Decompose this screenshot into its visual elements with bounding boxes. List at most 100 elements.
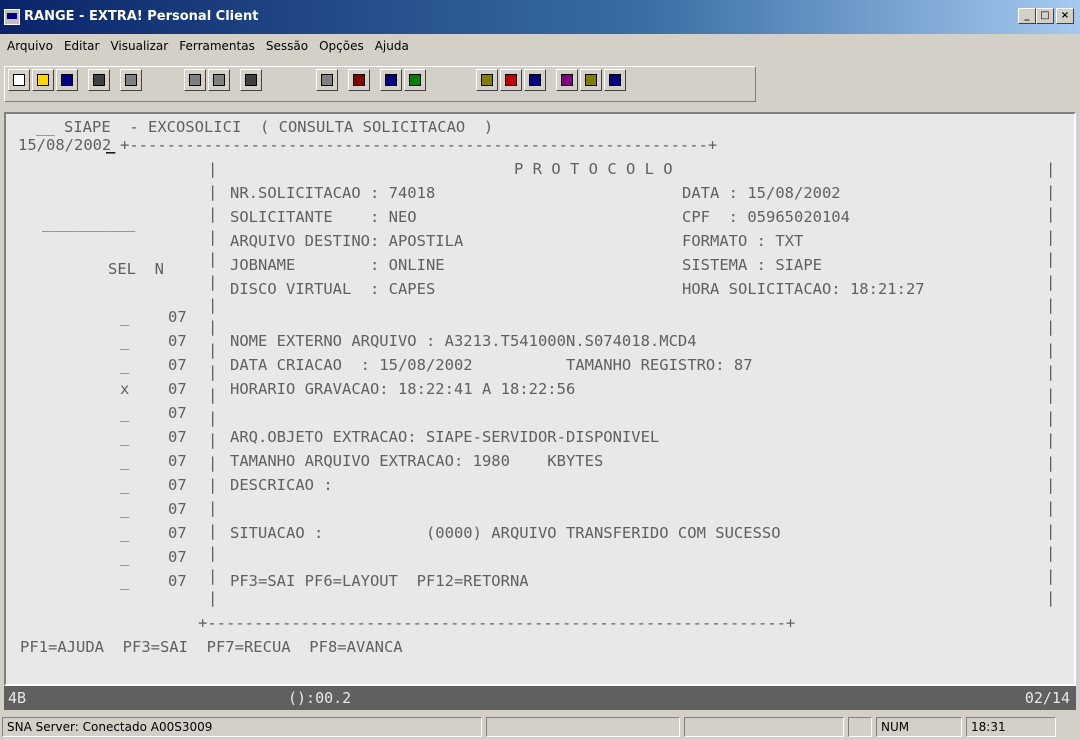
row-text: NOME EXTERNO ARQUIVO : A3213.T541000N.S0… xyxy=(230,332,697,350)
menu-opcoes[interactable]: Opções xyxy=(316,39,372,53)
row-number: 07 xyxy=(168,500,187,518)
box-bottom-border: +---------------------------------------… xyxy=(198,614,796,632)
box-border-r: | xyxy=(1046,386,1056,404)
oia-middle: ():00.2 xyxy=(288,689,352,707)
open-button[interactable] xyxy=(32,69,54,91)
help-button[interactable] xyxy=(604,69,626,91)
save-button[interactable] xyxy=(56,69,78,91)
box-border-r: | xyxy=(1046,318,1056,337)
row-number: 07 xyxy=(168,308,187,326)
box-border-l: | xyxy=(208,408,218,427)
copy-icon xyxy=(189,74,201,86)
paste-icon xyxy=(213,74,225,86)
box-border-r: | xyxy=(1046,566,1056,585)
menu-arquivo[interactable]: Arquivo xyxy=(4,39,61,53)
box-border-l: | xyxy=(208,363,218,382)
field-right: CPF : 05965020104 xyxy=(682,208,850,226)
row-select-field[interactable]: x xyxy=(120,380,129,398)
pf-keys: PF1=AJUDA PF3=SAI PF7=RECUA PF8=AVANCA xyxy=(20,638,403,656)
field-left: JOBNAME : ONLINE xyxy=(230,256,445,274)
row-select-field[interactable]: _ xyxy=(120,572,129,590)
row-select-field[interactable]: _ xyxy=(120,548,129,566)
stop-button[interactable] xyxy=(404,69,426,91)
signature-button[interactable] xyxy=(580,69,602,91)
box-border-l: | xyxy=(208,499,218,517)
send-button[interactable] xyxy=(316,69,338,91)
box-border-r: | xyxy=(1046,521,1056,540)
tools-button[interactable] xyxy=(348,69,370,91)
row-text: HORARIO GRAVACAO: 18:22:41 A 18:22:56 xyxy=(230,380,576,398)
record-icon xyxy=(385,74,397,86)
oia-right: 02/14 xyxy=(1024,689,1070,707)
print-button[interactable] xyxy=(88,69,110,91)
send-icon xyxy=(321,74,333,86)
new-button[interactable] xyxy=(8,69,30,91)
box-border-l: | xyxy=(208,431,218,450)
tools-icon xyxy=(353,74,365,86)
field-right: DATA : 15/08/2002 xyxy=(682,184,841,202)
box-border-l: | xyxy=(208,250,218,269)
row-select-field[interactable]: _ xyxy=(120,404,129,422)
box-border-l: | xyxy=(208,453,218,472)
field-left: ARQUIVO DESTINO: APOSTILA xyxy=(230,232,464,250)
box-top-border: +---------------------------------------… xyxy=(120,136,718,154)
box-border-r: | xyxy=(1046,160,1056,178)
edit-icon xyxy=(529,74,541,86)
connect-button[interactable] xyxy=(240,69,262,91)
field-left: NR.SOLICITACAO : 74018 xyxy=(230,184,436,202)
row-text: PF3=SAI PF6=LAYOUT PF12=RETORNA xyxy=(230,572,529,590)
help-icon xyxy=(609,74,621,86)
box-border-l: | xyxy=(208,340,218,359)
row-text: TAMANHO ARQUIVO EXTRACAO: 1980 KBYTES xyxy=(230,452,604,470)
edit-button[interactable] xyxy=(524,69,546,91)
terminal-screen[interactable]: __ SIAPE - EXCOSOLICI ( CONSULTA SOLICIT… xyxy=(4,112,1076,686)
copy-button[interactable] xyxy=(184,69,206,91)
box-border-l: | xyxy=(208,182,218,201)
row-select-field[interactable]: _ xyxy=(120,308,129,326)
palette-icon xyxy=(505,74,517,86)
row-number: 07 xyxy=(168,404,187,422)
paste-button[interactable] xyxy=(208,69,230,91)
macro-button[interactable] xyxy=(476,69,498,91)
sel-header: SEL N xyxy=(108,260,164,278)
box-border-l: | xyxy=(208,566,218,585)
menu-editar[interactable]: Editar xyxy=(61,39,108,53)
menu-visualizar[interactable]: Visualizar xyxy=(107,39,176,53)
menu-ferramentas[interactable]: Ferramentas xyxy=(176,39,263,53)
oia-line: 4B ():00.2 02/14 xyxy=(4,686,1076,710)
settings-button[interactable] xyxy=(556,69,578,91)
macro-icon xyxy=(481,74,493,86)
row-select-field[interactable]: _ xyxy=(120,476,129,494)
row-select-field[interactable]: _ xyxy=(120,332,129,350)
field-left: SOLICITANTE : NEO xyxy=(230,208,417,226)
row-text: DESCRICAO : xyxy=(230,476,333,494)
status-cell-2 xyxy=(486,717,680,737)
settings-icon xyxy=(561,74,573,86)
toolbar xyxy=(0,60,1080,108)
box-border-l: | xyxy=(208,589,218,608)
maximize-button[interactable]: □ xyxy=(1036,8,1054,24)
record-button[interactable] xyxy=(380,69,402,91)
signature-icon xyxy=(585,74,597,86)
title-bar[interactable]: RANGE - EXTRA! Personal Client _ □ × xyxy=(0,0,1080,34)
palette-button[interactable] xyxy=(500,69,522,91)
window-title: RANGE - EXTRA! Personal Client xyxy=(24,9,259,24)
row-select-field[interactable]: _ xyxy=(120,500,129,518)
row-number: 07 xyxy=(168,548,187,566)
new-icon xyxy=(13,74,25,86)
row-number: 07 xyxy=(168,428,187,446)
print-icon xyxy=(93,74,105,86)
row-select-field[interactable]: _ xyxy=(120,452,129,470)
menu-ajuda[interactable]: Ajuda xyxy=(372,39,417,53)
oia-left: 4B xyxy=(8,689,27,707)
row-number: 07 xyxy=(168,332,187,350)
row-select-field[interactable]: _ xyxy=(120,524,129,542)
minimize-button[interactable]: _ xyxy=(1018,8,1036,24)
save-icon xyxy=(61,74,73,86)
menu-sessao[interactable]: Sessão xyxy=(263,39,316,53)
row-select-field[interactable]: _ xyxy=(120,428,129,446)
close-button[interactable]: × xyxy=(1056,8,1074,24)
cut-button[interactable] xyxy=(120,69,142,91)
row-number: 07 xyxy=(168,476,187,494)
row-select-field[interactable]: _ xyxy=(120,356,129,374)
